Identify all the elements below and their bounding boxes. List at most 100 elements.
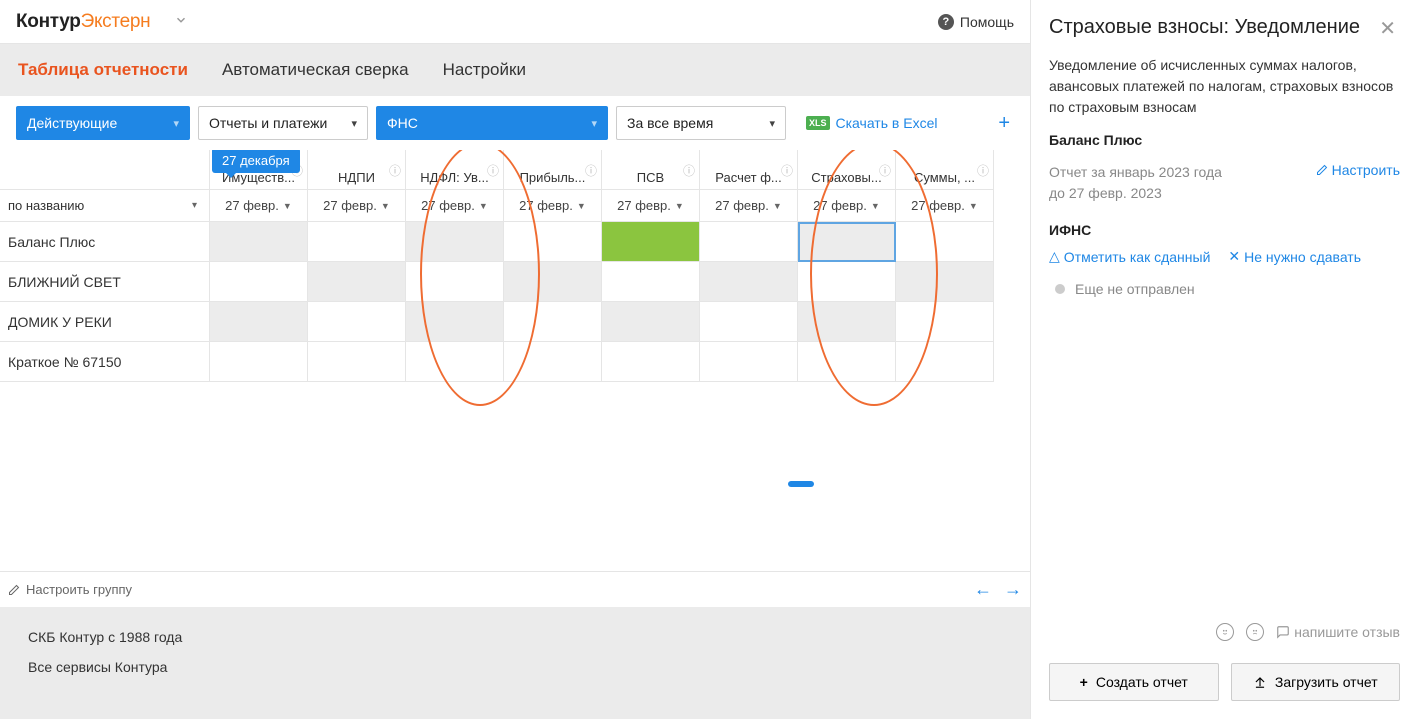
report-cell[interactable] [700, 262, 798, 302]
column-header-name [0, 150, 210, 190]
pagination-arrows: ← → [974, 579, 1022, 600]
report-cell[interactable] [406, 262, 504, 302]
panel-status-label: Еще не отправлен [1075, 281, 1195, 297]
product-switcher-chevron[interactable] [168, 7, 194, 36]
download-excel-link[interactable]: XLS Скачать в Excel [806, 115, 937, 131]
help-link[interactable]: ? Помощь [938, 14, 1014, 30]
report-cell[interactable] [210, 302, 308, 342]
column-header[interactable]: Суммы, ...ⓘ [896, 150, 994, 190]
company-name-cell[interactable]: Краткое № 67150 [0, 342, 210, 382]
company-name-cell[interactable]: ДОМИК У РЕКИ [0, 302, 210, 342]
filter-period-label: За все время [627, 115, 713, 131]
report-cell[interactable] [602, 342, 700, 382]
column-header[interactable]: Страховы...ⓘ [798, 150, 896, 190]
date-cell[interactable]: 27 февр.▼ [700, 190, 798, 222]
report-cell[interactable] [700, 222, 798, 262]
report-cell[interactable] [406, 222, 504, 262]
date-cell[interactable]: 27 февр.▼ [210, 190, 308, 222]
feedback-link[interactable]: напишите отзыв [1276, 624, 1400, 640]
panel-title: Страховые взносы: Уведомление [1049, 14, 1375, 41]
pencil-icon [1316, 164, 1328, 176]
report-cell[interactable] [308, 302, 406, 342]
caret-down-icon: ▼ [577, 201, 586, 211]
report-cell-done[interactable] [602, 222, 700, 262]
report-cell[interactable] [308, 342, 406, 382]
report-cell[interactable] [210, 342, 308, 382]
feedback-bar: напишите отзыв [1031, 615, 1418, 649]
create-report-button[interactable]: + Создать отчет [1049, 663, 1219, 701]
add-button[interactable]: + [998, 112, 1014, 135]
close-icon[interactable]: ✕ [1375, 14, 1400, 43]
report-cell[interactable] [504, 262, 602, 302]
column-header[interactable]: НДПИⓘ [308, 150, 406, 190]
report-cell[interactable] [798, 302, 896, 342]
column-header[interactable]: Расчет ф...ⓘ [700, 150, 798, 190]
tab-auto-reconciliation[interactable]: Автоматическая сверка [222, 60, 409, 80]
report-cell[interactable] [308, 222, 406, 262]
report-cell[interactable] [602, 262, 700, 302]
filter-agency[interactable]: ФНС ▾ [376, 106, 608, 140]
report-cell[interactable] [210, 222, 308, 262]
filter-status[interactable]: Действующие ▾ [16, 106, 190, 140]
filter-period[interactable]: За все время ▾ [616, 106, 786, 140]
sort-by-name[interactable]: по названию▾ [0, 190, 210, 222]
report-cell[interactable] [700, 342, 798, 382]
panel-setup-label: Настроить [1332, 162, 1400, 178]
report-cell[interactable] [896, 222, 994, 262]
download-excel-label: Скачать в Excel [836, 115, 938, 131]
pencil-icon [8, 584, 20, 596]
tab-settings[interactable]: Настройки [443, 60, 526, 80]
no-need-action[interactable]: ✕ Не нужно сдавать [1228, 248, 1361, 265]
panel-period: Отчет за январь 2023 года до 27 февр. 20… [1049, 162, 1222, 204]
report-cell[interactable] [700, 302, 798, 342]
report-cell[interactable] [896, 262, 994, 302]
arrow-left-icon[interactable]: ← [974, 579, 992, 600]
report-cell[interactable] [504, 342, 602, 382]
frown-icon[interactable] [1246, 623, 1264, 641]
report-cell[interactable] [406, 342, 504, 382]
report-cell-selected[interactable] [798, 222, 896, 262]
chevron-down-icon: ▾ [591, 117, 597, 130]
report-cell[interactable] [406, 302, 504, 342]
triangle-icon: △ [1049, 248, 1060, 265]
configure-group-link[interactable]: Настроить группу [8, 582, 132, 597]
filter-type[interactable]: Отчеты и платежи ▾ [198, 106, 368, 140]
column-header[interactable]: Прибыль...ⓘ [504, 150, 602, 190]
upload-report-label: Загрузить отчет [1275, 674, 1378, 690]
report-cell[interactable] [798, 262, 896, 302]
help-label: Помощь [960, 14, 1014, 30]
date-cell[interactable]: 27 февр.▼ [308, 190, 406, 222]
report-cell[interactable] [798, 342, 896, 382]
report-cell[interactable] [210, 262, 308, 302]
column-header[interactable]: НДФЛ: Ув...ⓘ [406, 150, 504, 190]
logo-text-1: Контур [16, 11, 81, 32]
comment-icon [1276, 625, 1290, 639]
report-cell[interactable] [896, 342, 994, 382]
report-cell[interactable] [504, 222, 602, 262]
mark-submitted-action[interactable]: △ Отметить как сданный [1049, 248, 1210, 265]
date-cell[interactable]: 27 февр.▼ [504, 190, 602, 222]
smile-icon[interactable] [1216, 623, 1234, 641]
upload-report-button[interactable]: Загрузить отчет [1231, 663, 1401, 701]
footer-line[interactable]: Все сервисы Контура [28, 659, 1002, 675]
date-cell[interactable]: 27 февр.▼ [896, 190, 994, 222]
panel-setup-link[interactable]: Настроить [1316, 162, 1400, 178]
info-icon: ⓘ [487, 162, 499, 179]
date-cell[interactable]: 27 февр.▼ [798, 190, 896, 222]
date-cell[interactable]: 27 февр.▼ [602, 190, 700, 222]
date-cell[interactable]: 27 февр.▼ [406, 190, 504, 222]
panel-status: Еще не отправлен [1031, 277, 1418, 317]
table-container: 27 декабря Имуществ...ⓘ НДПИⓘ НДФЛ: Ув..… [0, 150, 1030, 607]
company-name-cell[interactable]: БЛИЖНИЙ СВЕТ [0, 262, 210, 302]
company-name-cell[interactable]: Баланс Плюс [0, 222, 210, 262]
report-cell[interactable] [308, 262, 406, 302]
report-cell[interactable] [896, 302, 994, 342]
column-header[interactable]: ПСВⓘ [602, 150, 700, 190]
horizontal-scroll-thumb[interactable] [788, 481, 814, 487]
no-need-label: Не нужно сдавать [1244, 249, 1361, 265]
report-cell[interactable] [504, 302, 602, 342]
tab-reports-table[interactable]: Таблица отчетности [18, 60, 188, 80]
arrow-right-icon[interactable]: → [1004, 579, 1022, 600]
bottom-toolbar: Настроить группу ← → [0, 571, 1030, 607]
report-cell[interactable] [602, 302, 700, 342]
